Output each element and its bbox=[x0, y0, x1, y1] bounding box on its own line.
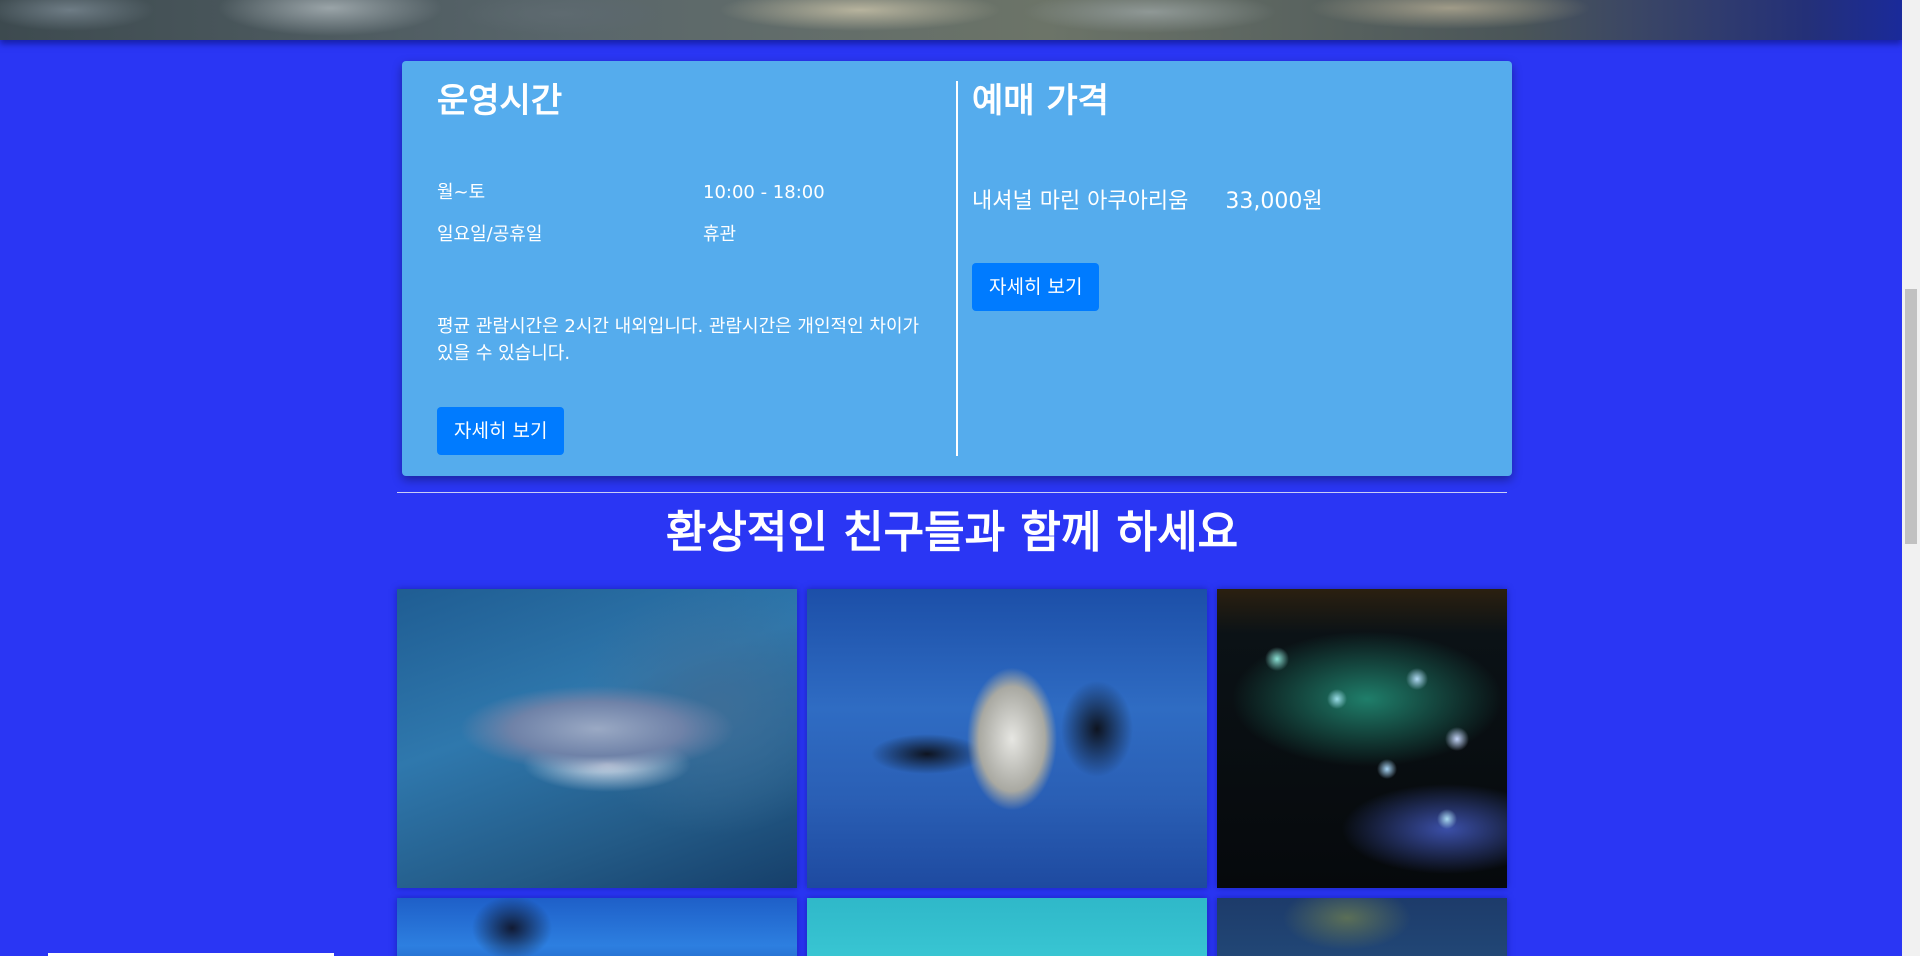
hours-title: 운영시간 bbox=[437, 81, 563, 121]
hours-time: 10:00 - 18:00 bbox=[703, 182, 825, 203]
price-value: 33,000원 bbox=[1225, 189, 1323, 214]
page: 운영시간 월~토 10:00 - 18:00 일요일/공휴일 휴관 평균 관람시… bbox=[0, 0, 1920, 956]
hours-day: 일요일/공휴일 bbox=[437, 224, 543, 245]
hours-detail-button[interactable]: 자세히 보기 bbox=[437, 407, 565, 455]
info-card: 운영시간 월~토 10:00 - 18:00 일요일/공휴일 휴관 평균 관람시… bbox=[402, 61, 1512, 476]
hours-note: 평균 관람시간은 2시간 내외입니다. 관람시간은 개인적인 차이가 있을 수 … bbox=[437, 316, 920, 364]
scrollbar[interactable] bbox=[1902, 0, 1920, 956]
section-divider bbox=[397, 492, 1507, 493]
column-divider bbox=[956, 81, 958, 456]
gallery-image-jellyfish[interactable] bbox=[1217, 589, 1507, 888]
hours-column: 운영시간 월~토 10:00 - 18:00 일요일/공휴일 휴관 평균 관람시… bbox=[437, 81, 937, 455]
gallery-image-penguin[interactable] bbox=[807, 589, 1207, 888]
hours-time: 휴관 bbox=[703, 224, 737, 245]
scrollbar-thumb[interactable] bbox=[1905, 289, 1917, 544]
gallery-image-water[interactable] bbox=[807, 898, 1207, 956]
tickets-column: 예매 가격 내셔널 마린 아쿠아리움 33,000원 자세히 보기 bbox=[972, 81, 1472, 311]
gallery-image-shark[interactable] bbox=[397, 589, 797, 888]
hours-day: 월~토 bbox=[437, 182, 486, 203]
gallery-image-ray[interactable] bbox=[397, 898, 797, 956]
tickets-detail-button[interactable]: 자세히 보기 bbox=[972, 263, 1100, 311]
gallery-image-reef[interactable] bbox=[1217, 898, 1507, 956]
hero-image bbox=[0, 0, 1902, 40]
tickets-title: 예매 가격 bbox=[972, 81, 1109, 121]
price-name: 내셔널 마린 아쿠아리움 bbox=[972, 189, 1189, 214]
gallery-title: 환상적인 친구들과 함께 하세요 bbox=[665, 507, 1239, 558]
price-row: 내셔널 마린 아쿠아리움 33,000원 bbox=[972, 186, 1323, 218]
